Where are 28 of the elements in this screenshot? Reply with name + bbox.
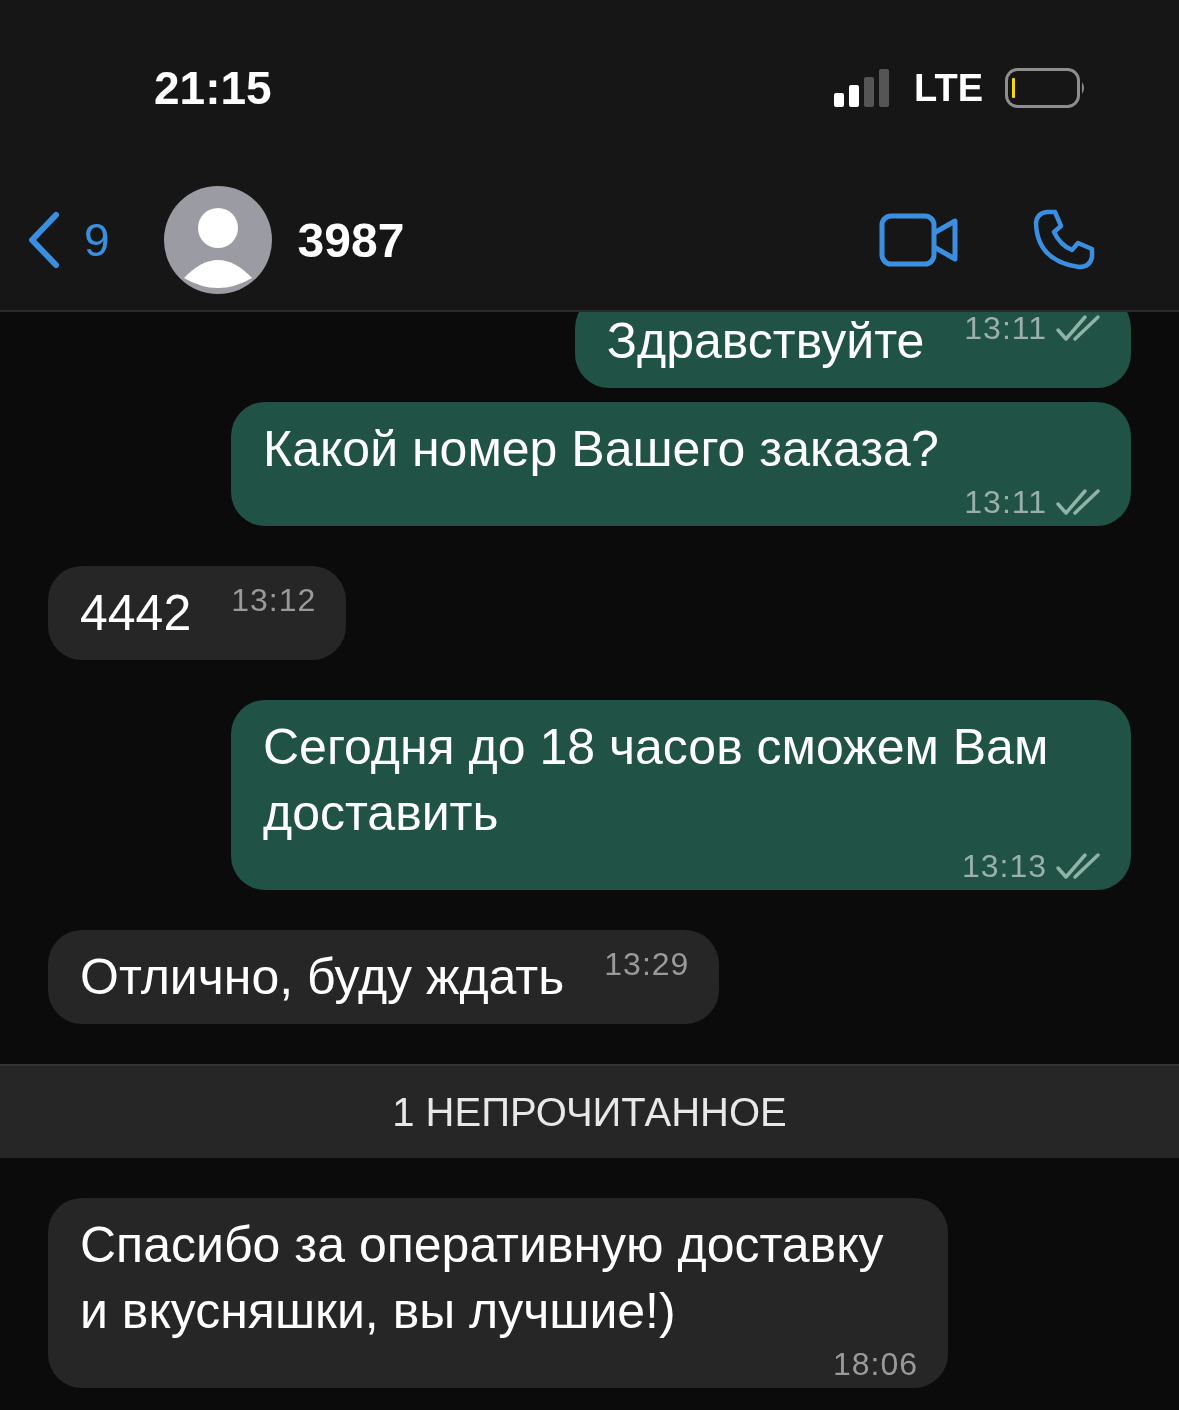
incoming-message[interactable]: Отлично, буду ждать 13:29 bbox=[48, 930, 720, 1024]
message-time: 13:11 bbox=[964, 312, 1047, 348]
unread-banner: 1 НЕПРОЧИТАННОЕ bbox=[0, 1064, 1179, 1158]
back-button[interactable]: 9 bbox=[26, 211, 110, 269]
message-text: Отлично, буду ждать bbox=[80, 948, 565, 1007]
outgoing-message[interactable]: Сегодня до 18 часов сможем Вам доставить 13:13 bbox=[231, 700, 1131, 890]
message-time: 13:13 bbox=[961, 847, 1047, 886]
avatar-icon[interactable] bbox=[163, 186, 272, 294]
message-time: 13:11 bbox=[964, 483, 1047, 522]
outgoing-message[interactable]: Здравствуйте 13:11 bbox=[574, 312, 1131, 388]
incoming-message[interactable]: 4442 13:12 bbox=[48, 566, 347, 660]
phone-icon[interactable] bbox=[1033, 209, 1095, 271]
message-time: 18:06 bbox=[832, 1345, 918, 1384]
battery-icon bbox=[1005, 68, 1087, 108]
contact-name[interactable]: 3987 bbox=[297, 212, 405, 268]
status-time: 21:15 bbox=[154, 61, 272, 115]
video-call-icon[interactable] bbox=[879, 213, 959, 267]
message-time: 13:29 bbox=[604, 945, 690, 984]
message-time: 13:12 bbox=[231, 581, 317, 620]
network-label: LTE bbox=[914, 66, 983, 110]
message-text: Спасибо за оперативную доставку и вкусняшки, вы лучшие!) bbox=[80, 1216, 885, 1341]
message-text: Сегодня до 18 часов сможем Вам доставить bbox=[263, 718, 1050, 843]
incoming-message[interactable]: Спасибо за оперативную доставку и вкусняшки, вы лучшие!) 18:06 bbox=[48, 1198, 948, 1388]
message-text: Здравствуйте bbox=[606, 312, 925, 371]
chevron-icon bbox=[26, 211, 60, 269]
message-text: 4442 bbox=[80, 584, 192, 643]
message-text: Какой номер Вашего заказа? bbox=[263, 420, 939, 479]
outgoing-message[interactable]: Какой номер Вашего заказа? 13:11 bbox=[231, 402, 1131, 526]
